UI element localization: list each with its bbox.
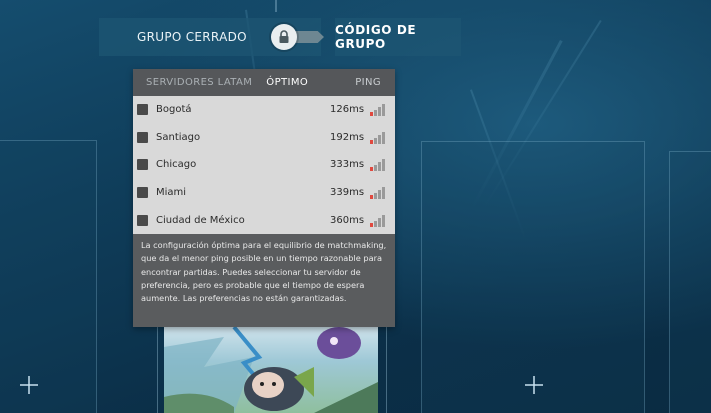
closed-group-toggle[interactable] bbox=[271, 24, 297, 50]
party-lobby-screen: GRUPO CERRADO CÓDIGO DE GRUPO SERVIDORES… bbox=[0, 0, 711, 413]
add-player-left-icon[interactable] bbox=[20, 376, 38, 394]
server-checkbox[interactable] bbox=[137, 159, 148, 171]
server-ping: 339ms bbox=[330, 187, 365, 199]
server-panel-header: SERVIDORES LATAM ÓPTIMO PING bbox=[133, 69, 395, 96]
server-checkbox[interactable] bbox=[137, 214, 148, 226]
server-row-santiago[interactable]: Santiago 192ms bbox=[133, 124, 395, 152]
signal-bars-icon bbox=[370, 186, 389, 200]
server-checkbox[interactable] bbox=[137, 187, 148, 199]
server-city: Miami bbox=[156, 187, 187, 199]
server-row-chicago[interactable]: Chicago 333ms bbox=[133, 151, 395, 179]
player-card-illustration bbox=[164, 327, 378, 413]
ping-column-header: PING bbox=[355, 77, 381, 88]
server-ping: 192ms bbox=[330, 131, 365, 143]
player-card-art bbox=[164, 327, 378, 413]
far-right-slot-frame bbox=[669, 151, 711, 413]
add-player-right-icon[interactable] bbox=[525, 376, 543, 394]
server-city: Chicago bbox=[156, 159, 197, 171]
server-row-miami[interactable]: Miami 339ms bbox=[133, 179, 395, 207]
group-code-button[interactable]: CÓDIGO DE GRUPO bbox=[335, 18, 461, 56]
server-ping: 126ms bbox=[330, 104, 365, 116]
region-label: SERVIDORES LATAM bbox=[146, 77, 253, 88]
server-city: Santiago bbox=[156, 131, 201, 143]
closed-group-label: GRUPO CERRADO bbox=[137, 30, 247, 44]
right-slot-frame bbox=[421, 141, 645, 413]
server-city: Ciudad de México bbox=[156, 214, 245, 226]
server-checkbox[interactable] bbox=[137, 104, 148, 116]
group-code-label: CÓDIGO DE GRUPO bbox=[335, 23, 417, 51]
server-row-bogota[interactable]: Bogotá 126ms bbox=[133, 96, 395, 124]
server-list: Bogotá 126ms Santiago 192ms Chicago 333m… bbox=[133, 96, 395, 234]
server-city: Bogotá bbox=[156, 104, 192, 116]
server-description: La configuración óptima para el equilibr… bbox=[141, 240, 387, 304]
signal-bars-icon bbox=[370, 103, 389, 117]
server-ping: 360ms bbox=[330, 214, 365, 226]
signal-bars-icon bbox=[370, 131, 389, 144]
server-checkbox[interactable] bbox=[137, 131, 148, 143]
optimal-tab[interactable]: ÓPTIMO bbox=[266, 77, 308, 88]
server-ping: 333ms bbox=[330, 159, 365, 171]
lock-icon bbox=[279, 30, 289, 43]
server-selection-panel: SERVIDORES LATAM ÓPTIMO PING Bogotá 126m… bbox=[133, 69, 395, 327]
left-slot-frame bbox=[0, 140, 97, 413]
top-connector-line bbox=[275, 0, 277, 12]
server-row-ciudad-de-mexico[interactable]: Ciudad de México 360ms bbox=[133, 206, 395, 234]
signal-bars-icon bbox=[370, 214, 389, 227]
signal-bars-icon bbox=[370, 158, 389, 172]
